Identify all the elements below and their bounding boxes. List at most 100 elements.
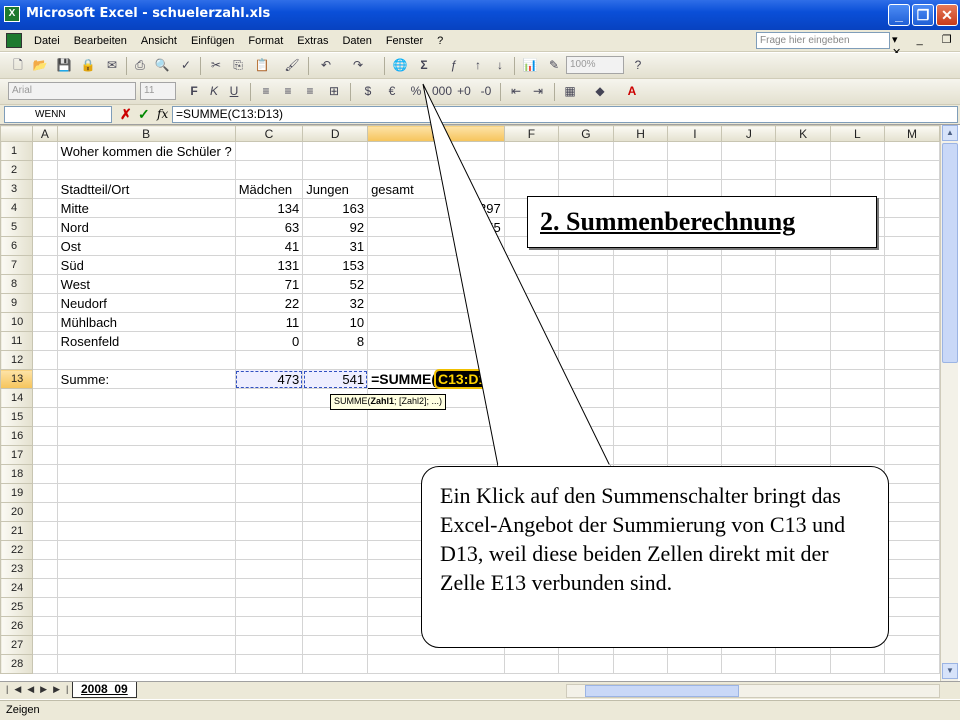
cell-a6[interactable]	[32, 236, 58, 256]
cell-i28[interactable]	[667, 654, 723, 674]
cell-a8[interactable]	[32, 274, 58, 294]
percent-icon[interactable]: %	[408, 83, 424, 99]
row-header[interactable]: 27	[0, 635, 34, 655]
cell-a15[interactable]	[32, 407, 58, 427]
cell-m25[interactable]	[883, 597, 940, 617]
mail-icon[interactable]: ✉	[104, 57, 120, 73]
underline-icon[interactable]: U	[226, 83, 242, 99]
cell-j11[interactable]	[721, 331, 777, 351]
help-icon[interactable]: ?	[630, 57, 646, 73]
cell-k7[interactable]	[775, 255, 831, 275]
cell-g8[interactable]	[558, 274, 614, 294]
row-header[interactable]: 20	[0, 502, 34, 522]
cell-c13[interactable]: 473	[234, 369, 304, 389]
name-box[interactable]: WENN	[4, 106, 112, 123]
cell-c20[interactable]	[234, 502, 304, 522]
cell-l2[interactable]	[829, 160, 885, 180]
paste-icon[interactable]: 📋	[254, 57, 270, 73]
cell-m8[interactable]	[883, 274, 940, 294]
cell-c6[interactable]: 41	[234, 236, 304, 256]
cell-c17[interactable]	[234, 445, 304, 465]
cell-e4[interactable]: 297	[367, 198, 505, 218]
cell-f15[interactable]	[503, 407, 560, 427]
cell-e13[interactable]: =SUMME(C13:D13)	[367, 369, 505, 389]
sheet-tab-2008-09[interactable]: 2008_09	[72, 682, 137, 698]
column-header[interactable]: F	[503, 125, 560, 142]
cell-a25[interactable]	[32, 597, 58, 617]
cell-j12[interactable]	[721, 350, 777, 370]
cell-b14[interactable]	[56, 388, 236, 408]
column-header[interactable]: K	[775, 125, 831, 142]
cell-b6[interactable]: Ost	[56, 236, 236, 256]
cell-d7[interactable]: 153	[302, 255, 369, 275]
cell-l15[interactable]	[829, 407, 885, 427]
cell-h14[interactable]	[612, 388, 669, 408]
save-icon[interactable]: 💾	[56, 57, 72, 73]
currency-icon[interactable]: $	[360, 83, 376, 99]
row-header[interactable]: 17	[0, 445, 34, 465]
cell-l14[interactable]	[829, 388, 885, 408]
align-right-icon[interactable]: ≡	[302, 83, 318, 99]
menu-item-5[interactable]: Extras	[297, 35, 328, 47]
cell-c11[interactable]: 0	[234, 331, 304, 351]
row-header[interactable]: 6	[0, 236, 34, 256]
cell-d4[interactable]: 163	[302, 198, 369, 218]
maximize-button[interactable]: ❐	[912, 4, 934, 26]
cell-a13[interactable]	[32, 369, 58, 389]
row-header[interactable]: 16	[0, 426, 34, 446]
cell-g2[interactable]	[558, 160, 614, 180]
cell-a27[interactable]	[32, 635, 58, 655]
cell-c14[interactable]	[234, 388, 304, 408]
cell-d27[interactable]	[302, 635, 369, 655]
cell-j28[interactable]	[721, 654, 777, 674]
cell-d12[interactable]	[302, 350, 369, 370]
menu-item-6[interactable]: Daten	[342, 35, 371, 47]
cell-l10[interactable]	[829, 312, 885, 332]
cell-j9[interactable]	[721, 293, 777, 313]
cell-k17[interactable]	[775, 445, 831, 465]
cell-d2[interactable]	[302, 160, 369, 180]
cell-b12[interactable]	[56, 350, 236, 370]
cell-h8[interactable]	[612, 274, 669, 294]
drawing-icon[interactable]: ✎	[546, 57, 562, 73]
cell-e7[interactable]: 284	[367, 255, 505, 275]
cell-l16[interactable]	[829, 426, 885, 446]
fill-color-icon[interactable]: ◆	[592, 83, 608, 99]
cell-d9[interactable]: 32	[302, 293, 369, 313]
cell-d19[interactable]	[302, 483, 369, 503]
cell-d1[interactable]	[302, 141, 369, 161]
cell-e9[interactable]: 54	[367, 293, 505, 313]
decrease-decimal-icon[interactable]: -0	[478, 83, 494, 99]
cell-d28[interactable]	[302, 654, 369, 674]
row-header[interactable]: 28	[0, 654, 34, 674]
cell-m14[interactable]	[883, 388, 940, 408]
cell-e11[interactable]: 8	[367, 331, 505, 351]
cell-i11[interactable]	[667, 331, 723, 351]
cell-c15[interactable]	[234, 407, 304, 427]
cell-b5[interactable]: Nord	[56, 217, 236, 237]
autosum-icon[interactable]: Σ	[416, 57, 432, 73]
cell-b18[interactable]	[56, 464, 236, 484]
row-header[interactable]: 19	[0, 483, 34, 503]
menu-item-7[interactable]: Fenster	[386, 35, 423, 47]
cell-b3[interactable]: Stadtteil/Ort	[56, 179, 236, 199]
cell-h28[interactable]	[612, 654, 669, 674]
cell-h13[interactable]	[612, 369, 669, 389]
minimize-button[interactable]: _	[888, 4, 910, 26]
cell-g14[interactable]	[558, 388, 614, 408]
cell-f28[interactable]	[503, 654, 560, 674]
thousands-icon[interactable]: 000	[432, 83, 452, 99]
cell-g11[interactable]	[558, 331, 614, 351]
cell-c12[interactable]	[234, 350, 304, 370]
format-painter-icon[interactable]: 🖌	[284, 57, 300, 73]
cell-d5[interactable]: 92	[302, 217, 369, 237]
cell-c21[interactable]	[234, 521, 304, 541]
row-header[interactable]: 10	[0, 312, 34, 332]
menu-item-0[interactable]: Datei	[34, 35, 60, 47]
cell-b11[interactable]: Rosenfeld	[56, 331, 236, 351]
cell-k1[interactable]	[775, 141, 831, 161]
menu-item-4[interactable]: Format	[248, 35, 283, 47]
row-header[interactable]: 21	[0, 521, 34, 541]
cell-c4[interactable]: 134	[234, 198, 304, 218]
tab-navigation-icons[interactable]: |◀◀▶▶|	[6, 684, 74, 695]
